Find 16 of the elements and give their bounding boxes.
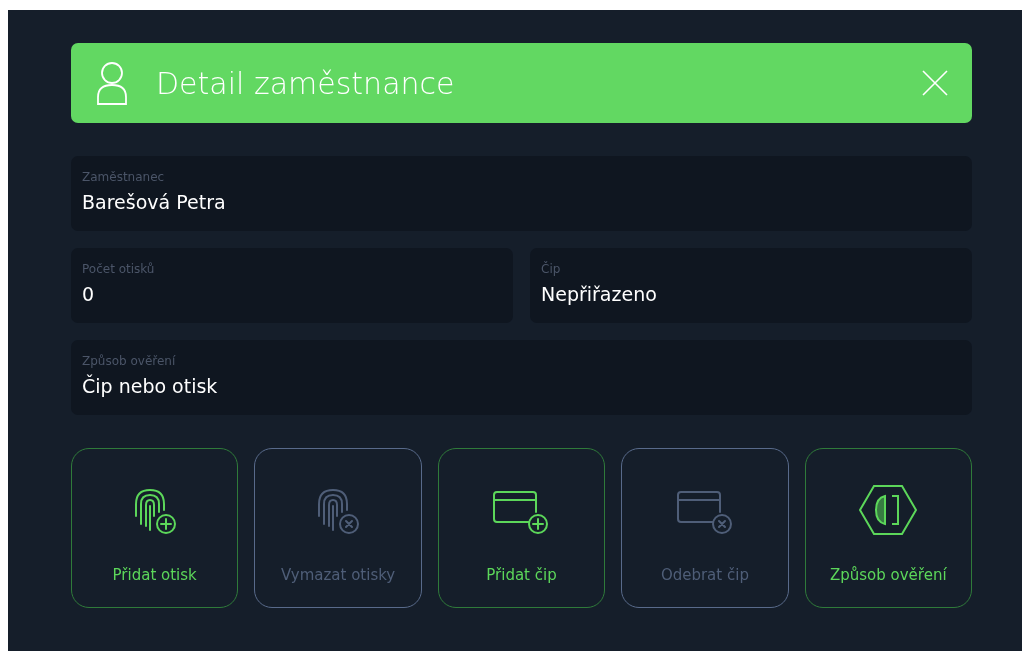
action-button[interactable]: Přidat čip xyxy=(437,448,606,608)
field-label: Čip xyxy=(541,262,561,276)
field-label: Zaměstnanec xyxy=(82,170,165,184)
action-button[interactable]: Způsob ověření xyxy=(804,448,972,608)
field-label: Počet otisků xyxy=(82,262,155,276)
fingerprint-remove-icon xyxy=(315,486,362,536)
field-label: Způsob ověření xyxy=(82,354,176,368)
field-value: Barešová Petra xyxy=(82,191,226,213)
user-icon xyxy=(96,61,128,105)
close-icon[interactable] xyxy=(922,70,948,96)
field-value: Čip nebo otisk xyxy=(82,375,218,397)
action-button[interactable]: Přidat otisk xyxy=(71,448,239,608)
dialog-title: Detail zaměstnance xyxy=(156,65,456,101)
field-value: Nepřiřazeno xyxy=(541,283,657,305)
field-value: 0 xyxy=(82,283,95,305)
hexagon-fingerprint-icon xyxy=(858,484,919,536)
